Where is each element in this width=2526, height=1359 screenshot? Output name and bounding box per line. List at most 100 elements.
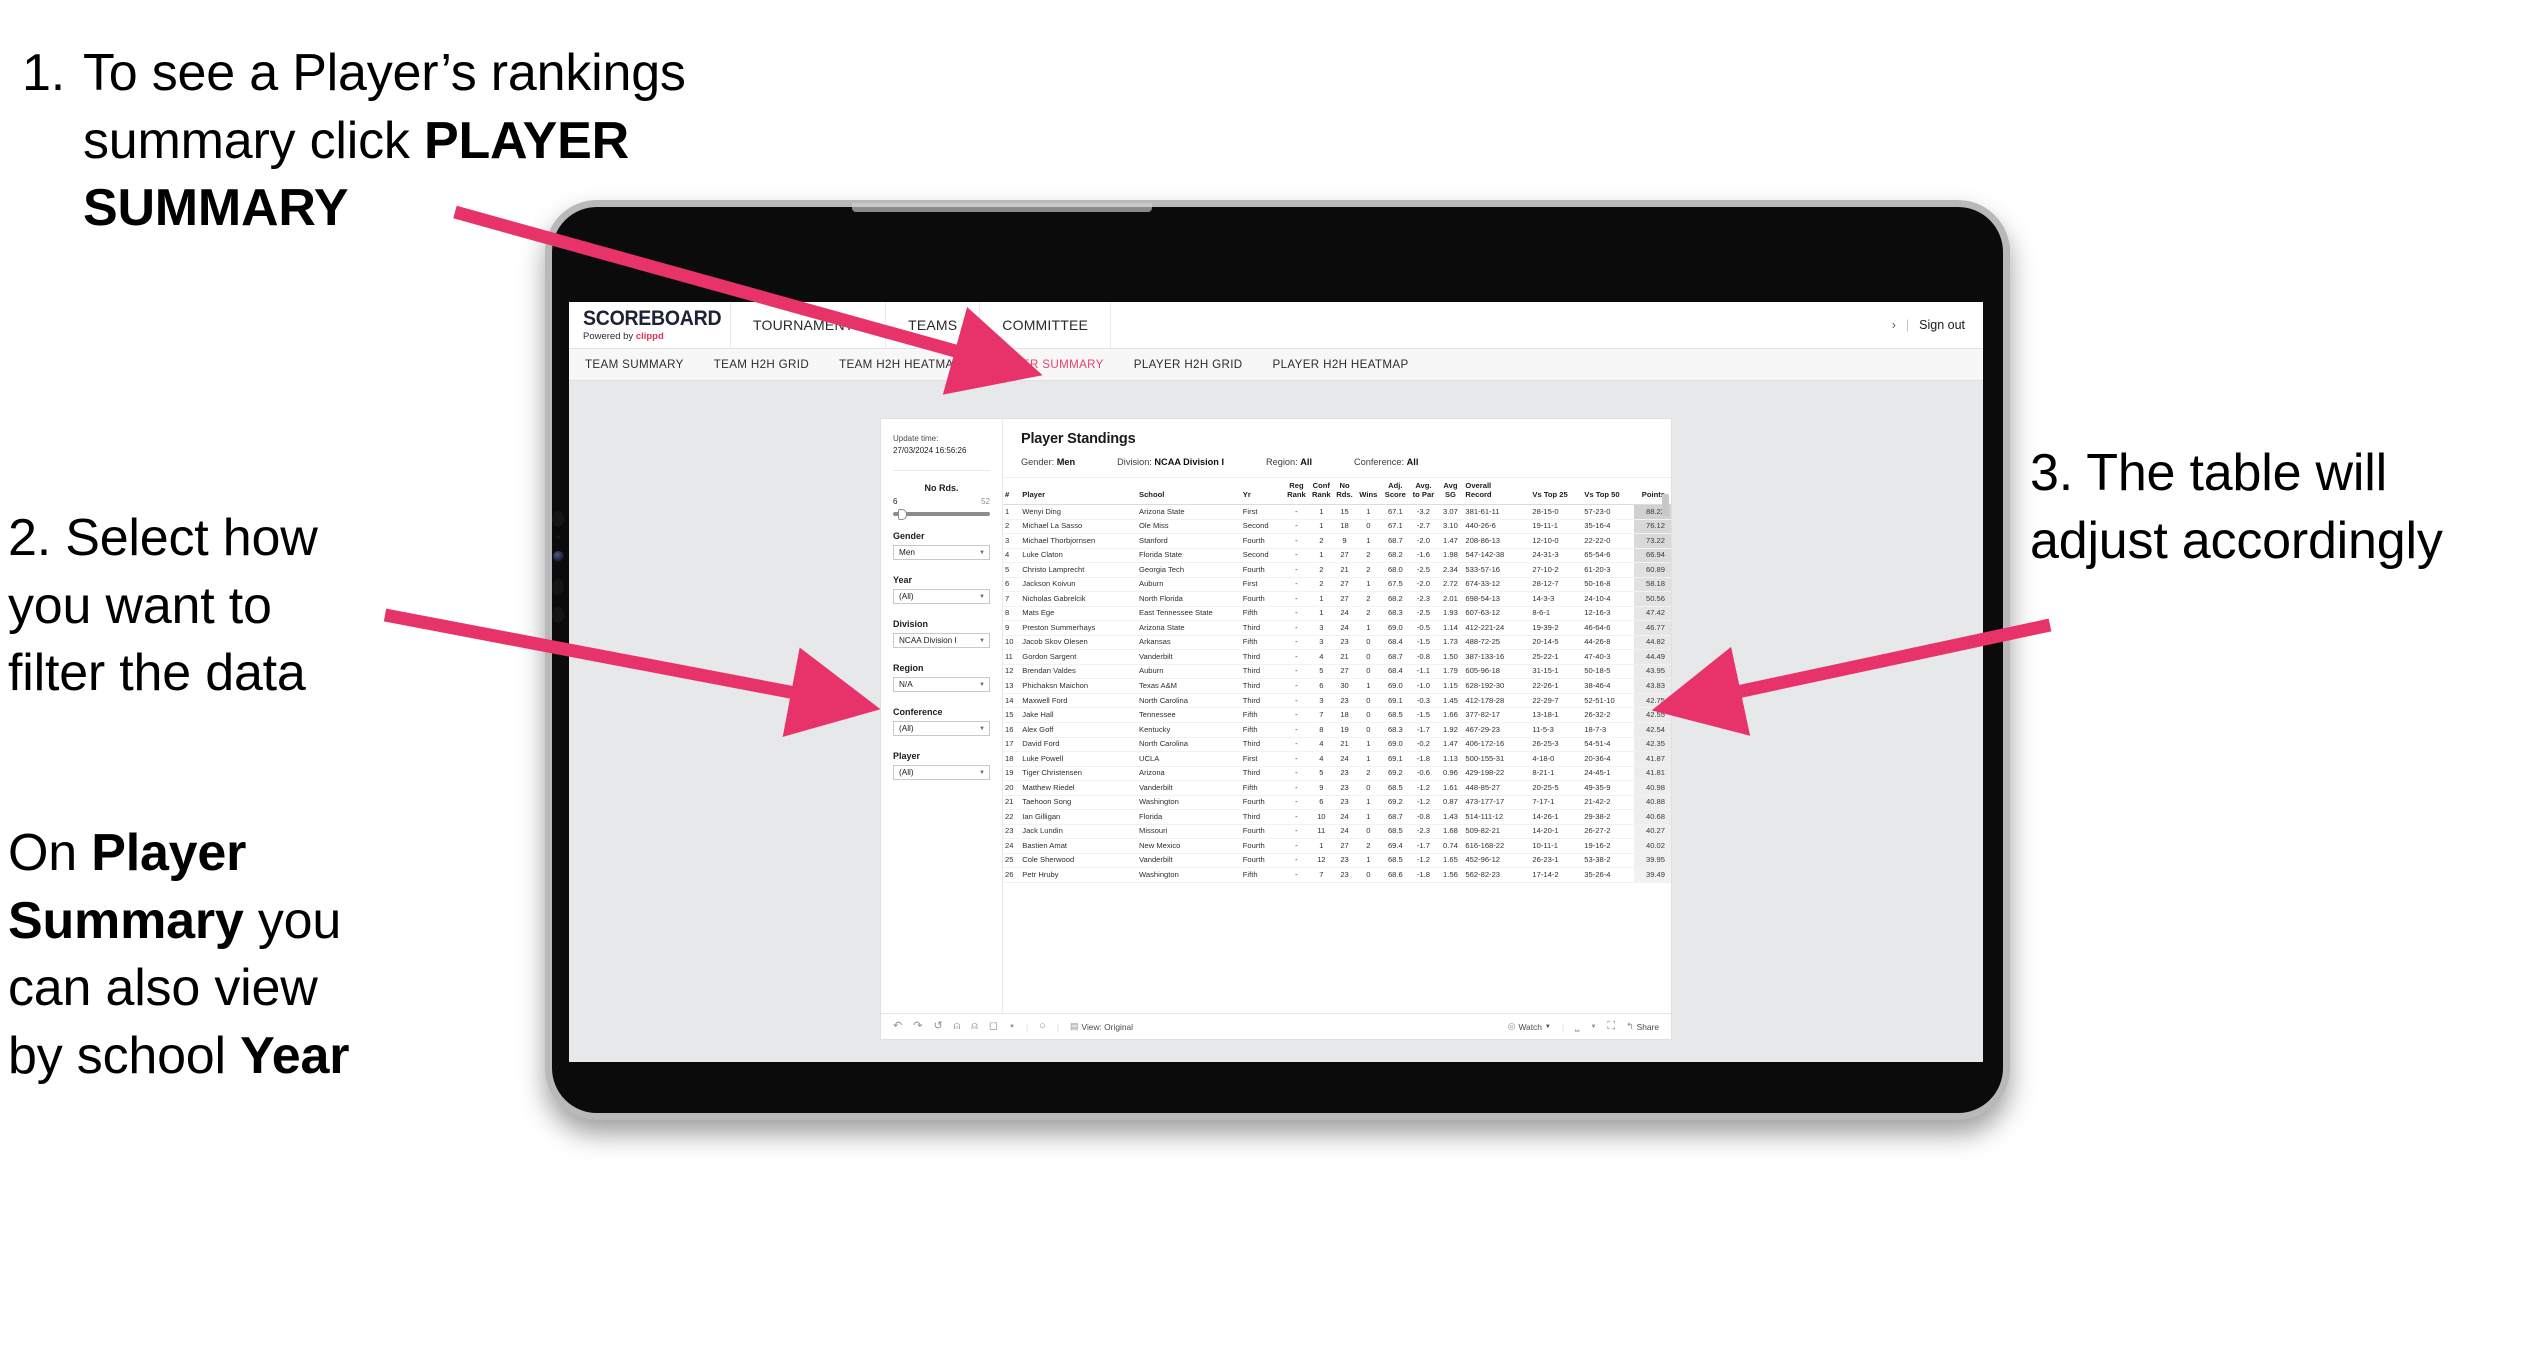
clock-icon[interactable]: ○ [1039, 1021, 1046, 1032]
table-row[interactable]: 24 Bastien Amat New Mexico Fourth -1 27 2 69.4-… [1003, 838, 1671, 854]
cell-school: Arizona State [1137, 504, 1241, 520]
table-row[interactable]: 1 Wenyi Ding Arizona State First -1 15 1 67.1 -3… [1003, 504, 1671, 520]
cell-school: North Florida [1137, 591, 1241, 607]
conference-select[interactable]: (All) ▼ [893, 721, 990, 737]
pause-updates-icon[interactable]: ⍝ [971, 1021, 978, 1032]
table-row[interactable]: 13 Phichaksn Maichon Texas A&M Third -6 30 1 69… [1003, 678, 1671, 694]
chevron-down-icon[interactable]: ▼ [1590, 1024, 1596, 1030]
table-row[interactable]: 25 Cole Sherwood Vanderbilt Fourth -12 23 1 68.… [1003, 853, 1671, 869]
cell-player: Christo Lamprecht [1020, 562, 1138, 578]
no-rounds-slider-handle[interactable] [897, 508, 907, 520]
division-select[interactable]: NCAA Division I ▼ [893, 633, 990, 649]
column-header-atp[interactable]: Avg. to Par [1409, 478, 1438, 505]
column-header-rank[interactable]: # [1003, 478, 1021, 505]
cell-yr: Fifth [1240, 635, 1285, 651]
table-row[interactable]: 21 Taehoon Song Washington Fourth -6 23 1 69.2-… [1003, 795, 1671, 811]
table-row[interactable]: 23 Jack Lundin Missouri Fourth -11 24 0 68.5 -2.… [1003, 824, 1671, 840]
tab-player-summary[interactable]: PLAYER SUMMARY [992, 358, 1104, 371]
table-row[interactable]: 26 Petr Hruby Washington Fifth -7 23 0 68.6 -1.8… [1003, 867, 1671, 883]
cell-regrank: - [1284, 577, 1309, 593]
sign-out-link[interactable]: Sign out [1919, 318, 1965, 332]
cell-yr: Fourth [1240, 838, 1285, 854]
filter-year: Year (All) ▼ [893, 575, 990, 605]
share-button[interactable]: ↰ Share [1626, 1022, 1659, 1032]
column-header-wins[interactable]: Wins [1355, 478, 1382, 505]
table-row[interactable]: 4 Luke Claton Florida State Second -1 27 2 68.2… [1003, 548, 1671, 564]
tab-player-h2h-heatmap[interactable]: PLAYER H2H HEATMAP [1273, 358, 1409, 371]
column-header-sg[interactable]: Avg SG [1437, 478, 1464, 505]
column-header-nords[interactable]: No Rds. [1333, 478, 1356, 505]
table-row[interactable]: 14 Maxwell Ford North Carolina Third -3 23 0 69… [1003, 693, 1671, 709]
no-rounds-slider[interactable] [893, 508, 990, 520]
view-original-button[interactable]: ▤ View: Original [1070, 1022, 1133, 1032]
tab-team-summary[interactable]: TEAM SUMMARY [585, 358, 684, 371]
column-header-confrank[interactable]: Conf Rank [1308, 478, 1334, 505]
column-header-record[interactable]: Overall Record [1463, 478, 1531, 505]
brand-powered-pre: Powered by [583, 331, 636, 343]
year-value: (All) [899, 592, 914, 602]
table-row[interactable]: 10 Jacob Skov Olesen Arkansas Fifth -3 23 0 68.… [1003, 635, 1671, 651]
column-header-player[interactable]: Player [1020, 478, 1138, 505]
cell-points: 40.88 [1634, 795, 1671, 811]
division-value: NCAA Division I [899, 636, 957, 646]
year-select[interactable]: (All) ▼ [893, 589, 990, 605]
chevron-down-icon[interactable]: ▼ [1009, 1024, 1015, 1030]
brand-logo[interactable]: SCOREBOARD Powered by clippd [569, 302, 731, 348]
cell-player: Maxwell Ford [1020, 693, 1138, 709]
fullscreen-icon[interactable]: ⛶ [1607, 1021, 1615, 1032]
player-select[interactable]: (All) ▼ [893, 765, 990, 781]
cell-confrank: 3 [1308, 620, 1334, 636]
cell-nords: 23 [1333, 635, 1356, 651]
cell-player: Bastien Amat [1020, 838, 1138, 854]
table-row[interactable]: 6 Jackson Koivun Auburn First -2 27 1 67.5 -2.0 2… [1003, 577, 1671, 593]
gender-select[interactable]: Men ▼ [893, 545, 990, 561]
app-header: SCOREBOARD Powered by clippd TOURNAMENTS… [569, 302, 1983, 349]
cell-sg: 1.79 [1437, 664, 1464, 680]
column-header-t25[interactable]: Vs Top 25 [1530, 478, 1583, 505]
annotation-step-2b-line1-bold: Player [91, 824, 247, 882]
tab-player-h2h-grid[interactable]: PLAYER H2H GRID [1134, 358, 1243, 371]
tab-team-h2h-grid[interactable]: TEAM H2H GRID [714, 358, 809, 371]
cell-yr: Third [1240, 766, 1285, 782]
nav-item-teams[interactable]: TEAMS [886, 302, 981, 348]
table-row[interactable]: 12 Brendan Valdes Auburn Third -5 27 0 68.4 -1.1… [1003, 664, 1671, 680]
division-label: Division [893, 619, 929, 630]
table-row[interactable]: 8 Mats Ege East Tennessee State Fifth -1 24 2 6… [1003, 606, 1671, 622]
table-row[interactable]: 5 Christo Lamprecht Georgia Tech Fourth -2 21… [1003, 562, 1671, 578]
table-row[interactable]: 2 Michael La Sasso Ole Miss Second -1 18 0 67.1… [1003, 519, 1671, 535]
revert-icon[interactable]: ↺ [933, 1021, 942, 1032]
table-row[interactable]: 17 David Ford North Carolina Third -4 21 1 69.0… [1003, 737, 1671, 753]
table-row[interactable]: 15 Jake Hall Tennessee Fifth -7 18 0 68.5 -1.5 1.… [1003, 707, 1671, 723]
cell-wins: 2 [1355, 591, 1382, 607]
annotation-step-2-line3: filter the data [8, 644, 306, 703]
nav-item-committee[interactable]: COMMITTEE [980, 302, 1112, 348]
table-row[interactable]: 22 Ian Gilligan Florida Third -10 24 1 68.7 -0.8… [1003, 809, 1671, 825]
table-row[interactable]: 11 Gordon Sargent Vanderbilt Third -4 21 0 68.7… [1003, 649, 1671, 665]
column-header-adj[interactable]: Adj. Score [1381, 478, 1410, 505]
table-row[interactable]: 9 Preston Summerhays Arizona State Third -3 2… [1003, 620, 1671, 636]
cell-sg: 1.14 [1437, 620, 1464, 636]
undo-icon[interactable]: ↶ [893, 1021, 902, 1032]
column-header-regrank[interactable]: Reg Rank [1284, 478, 1309, 505]
tab-team-h2h-heatmap[interactable]: TEAM H2H HEATMAP [839, 358, 962, 371]
column-header-t50[interactable]: Vs Top 50 [1582, 478, 1635, 505]
table-scrollbar-thumb[interactable] [1662, 494, 1669, 516]
region-select[interactable]: N/A ▼ [893, 677, 990, 693]
nav-item-tournaments[interactable]: TOURNAMENTS [731, 302, 887, 348]
rectangle-select-icon[interactable]: ◻ [989, 1021, 998, 1032]
download-icon[interactable]: ⎵ [1575, 1021, 1579, 1032]
cell-nords: 23 [1333, 795, 1356, 811]
table-row[interactable]: 20 Matthew Riedel Vanderbilt Fifth -9 23 0 68.5… [1003, 780, 1671, 796]
table-row[interactable]: 19 Tiger Christensen Arizona Third -5 23 2 69.2… [1003, 766, 1671, 782]
cell-t50: 47-40-3 [1582, 649, 1635, 665]
refresh-data-icon[interactable]: ⍝ [954, 1021, 961, 1032]
column-header-yr[interactable]: Yr [1240, 478, 1285, 505]
annotation-step-2b-line4-bold: Year [240, 1026, 350, 1085]
table-row[interactable]: 3 Michael Thorbjornsen Stanford Fourth -2 9 1 6… [1003, 533, 1671, 549]
watch-button[interactable]: ◎ Watch ▼ [1508, 1022, 1551, 1032]
redo-icon[interactable]: ↷ [913, 1021, 922, 1032]
table-row[interactable]: 7 Nicholas Gabrelcik North Florida Fourth -1… [1003, 591, 1671, 607]
table-row[interactable]: 18 Luke Powell UCLA First -4 24 1 69.1 -1.8 1.13 5… [1003, 751, 1671, 767]
table-row[interactable]: 16 Alex Goff Kentucky Fifth -8 19 0 68.3 -1.7 1.9… [1003, 722, 1671, 738]
column-header-school[interactable]: School [1137, 478, 1241, 505]
